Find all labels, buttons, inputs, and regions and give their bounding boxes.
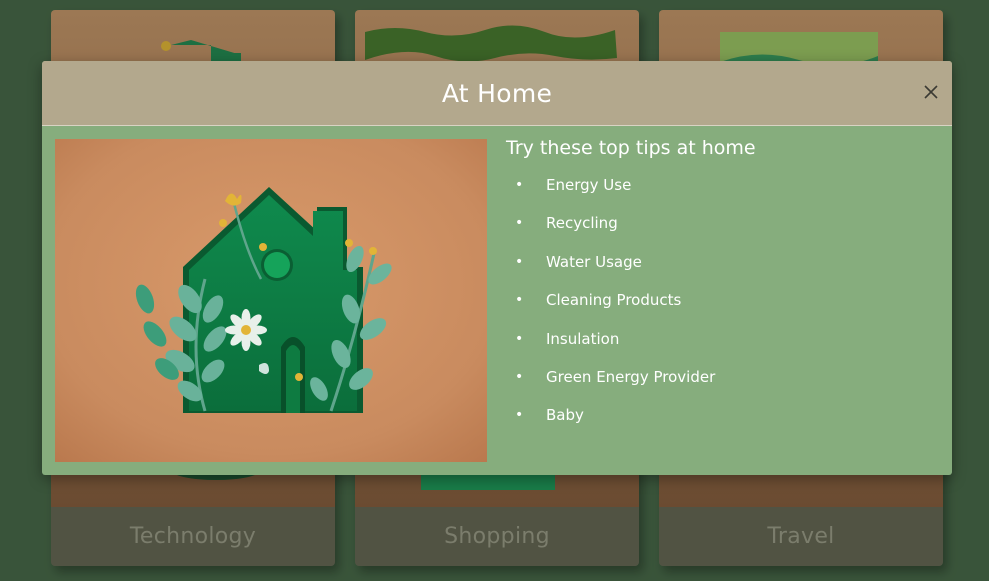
bullet-icon: • [515,368,524,385]
bullet-icon: • [515,177,524,193]
list-item[interactable]: • Baby [506,396,936,434]
bullet-icon: • [515,330,524,347]
tip-label: Insulation [546,329,620,348]
paper-house-illustration [55,139,487,462]
list-item[interactable]: • Insulation [506,320,936,358]
list-item[interactable]: • Energy Use [506,166,936,204]
list-item[interactable]: • Cleaning Products [506,281,936,319]
tip-label: Water Usage [546,252,642,271]
page: Technology Shopping Travel At Home Try t… [0,0,989,581]
tips-list: • Energy Use • Recycling • Water Usage • Cle… [506,166,936,435]
tip-label: Energy Use [546,176,632,194]
tip-label: Cleaning Products [546,291,682,310]
list-item[interactable]: • Recycling [506,204,936,242]
bullet-icon: • [515,407,524,424]
close-button[interactable] [920,81,942,103]
bullet-icon: • [515,215,524,232]
modal-header: At Home [42,61,952,126]
modal-title: At Home [441,78,553,108]
tips-heading: Try these top tips at home [506,137,756,159]
bullet-icon: • [515,253,524,270]
list-item[interactable]: • Water Usage [506,243,936,281]
bullet-icon: • [515,292,524,309]
tips-section: Try these top tips at home • Energy Use •… [506,137,936,435]
at-home-modal: At Home Try these top tips at home • Ene… [42,61,952,475]
tip-label: Green Energy Provider [546,367,716,386]
close-icon [924,85,938,99]
tip-label: Recycling [546,214,618,233]
list-item[interactable]: • Green Energy Provider [506,358,936,396]
tip-label: Baby [546,406,584,425]
house-plants-image [55,139,487,462]
